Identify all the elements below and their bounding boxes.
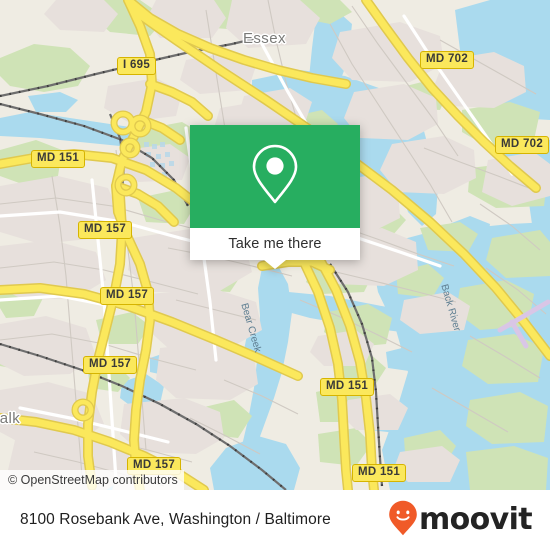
popup-action-button[interactable]: Take me there bbox=[190, 228, 360, 269]
moovit-map-screenshot: Essex dalk Bear Creek Back River I 695 M… bbox=[0, 0, 550, 550]
map-pin-icon bbox=[249, 142, 301, 211]
highway-shield-md-157-b: MD 157 bbox=[100, 287, 155, 305]
popup-header bbox=[190, 125, 360, 228]
moovit-logo: moovit bbox=[388, 500, 533, 541]
moovit-smiley-pin-icon bbox=[388, 500, 418, 541]
highway-shield-md-702-north: MD 702 bbox=[420, 51, 475, 69]
highway-shield-md-151-south-b: MD 151 bbox=[352, 464, 407, 482]
map-attribution[interactable]: © OpenStreetMap contributors bbox=[0, 470, 184, 490]
popup-tail bbox=[264, 260, 286, 269]
location-popup-card[interactable]: Take me there bbox=[190, 125, 360, 269]
highway-shield-md-151-west: MD 151 bbox=[31, 150, 86, 168]
highway-shield-md-157-c: MD 157 bbox=[83, 356, 138, 374]
address-text: 8100 Rosebank Ave, Washington / Baltimor… bbox=[20, 511, 331, 528]
highway-shield-md-151-south-a: MD 151 bbox=[320, 378, 375, 396]
moovit-wordmark: moovit bbox=[418, 502, 533, 537]
highway-shield-md-702-east: MD 702 bbox=[495, 136, 550, 154]
highway-shield-md-157-a: MD 157 bbox=[78, 221, 133, 239]
map-canvas[interactable]: Essex dalk Bear Creek Back River I 695 M… bbox=[0, 0, 550, 490]
popup-action-label: Take me there bbox=[228, 236, 322, 252]
highway-shield-i-695: I 695 bbox=[117, 57, 157, 75]
footer-bar: 8100 Rosebank Ave, Washington / Baltimor… bbox=[0, 490, 550, 550]
